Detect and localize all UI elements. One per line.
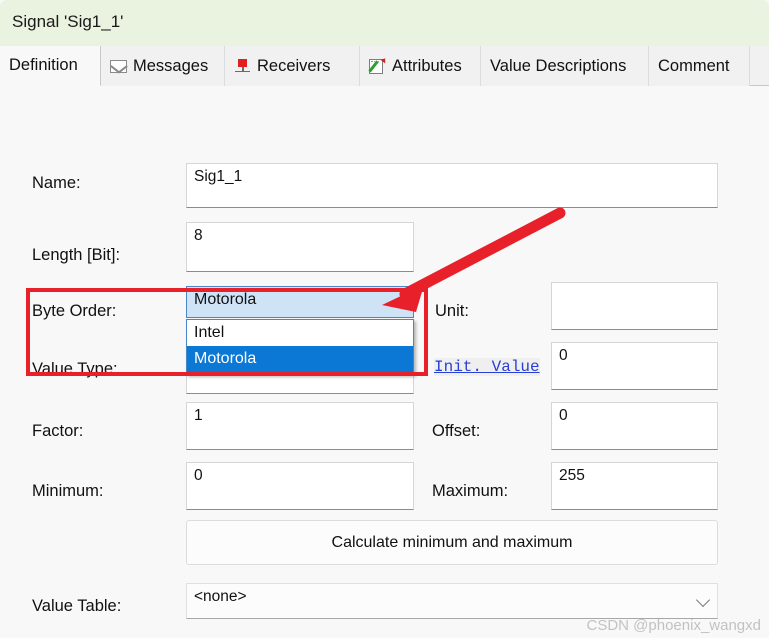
- tab-value-descriptions[interactable]: Value Descriptions: [481, 46, 649, 86]
- tab-receivers[interactable]: Receivers: [225, 46, 360, 86]
- watermark-text: CSDN @phoenix_wangxd: [586, 617, 762, 634]
- tab-receivers-label: Receivers: [257, 56, 331, 75]
- tab-attributes[interactable]: Attributes: [360, 46, 481, 86]
- dropdown-option-motorola[interactable]: Motorola: [187, 346, 413, 372]
- offset-label: Offset:: [432, 422, 481, 440]
- length-input[interactable]: 8: [186, 222, 414, 272]
- note-pencil-icon: [368, 56, 388, 75]
- tab-attributes-label: Attributes: [392, 56, 462, 75]
- signal-editor-window: Signal 'Sig1_1' Definition Messages Rece…: [0, 0, 769, 638]
- tab-strip: Definition Messages Receivers Attributes…: [0, 46, 769, 86]
- value-table-label: Value Table:: [32, 597, 122, 615]
- page-title: Signal 'Sig1_1': [12, 12, 124, 31]
- factor-input[interactable]: 1: [186, 402, 414, 450]
- tab-definition[interactable]: Definition: [0, 46, 101, 86]
- tab-messages-label: Messages: [133, 56, 209, 75]
- maximum-input[interactable]: 255: [551, 462, 718, 510]
- window-title-bar: Signal 'Sig1_1': [0, 0, 769, 46]
- chevron-down-icon: [391, 293, 407, 309]
- value-table-combobox[interactable]: <none>: [186, 583, 718, 619]
- dropdown-option-intel[interactable]: Intel: [187, 320, 413, 346]
- tab-comment[interactable]: Comment: [649, 46, 750, 86]
- minimum-input[interactable]: 0: [186, 462, 414, 510]
- maximum-label: Maximum:: [432, 482, 509, 500]
- byte-order-label: Byte Order:: [32, 302, 117, 320]
- value-type-label: Value Type:: [32, 360, 118, 378]
- name-label: Name:: [32, 174, 81, 192]
- offset-input[interactable]: 0: [551, 402, 718, 450]
- tab-definition-label: Definition: [9, 56, 78, 75]
- pin-icon: [234, 58, 251, 75]
- factor-label: Factor:: [32, 422, 84, 440]
- length-label: Length [Bit]:: [32, 246, 121, 264]
- minimum-label: Minimum:: [32, 482, 104, 500]
- byte-order-combobox[interactable]: Motorola: [186, 286, 414, 318]
- byte-order-dropdown-list[interactable]: Intel Motorola: [186, 319, 414, 375]
- envelope-icon: [110, 59, 127, 73]
- tab-messages[interactable]: Messages: [101, 46, 225, 86]
- chevron-down-icon: [695, 592, 711, 608]
- unit-input[interactable]: [551, 282, 718, 330]
- unit-label: Unit:: [435, 302, 469, 320]
- name-input[interactable]: Sig1_1: [186, 163, 718, 208]
- init-value-link[interactable]: Init. Value: [434, 358, 540, 376]
- tab-value-descriptions-label: Value Descriptions: [490, 56, 627, 75]
- init-value-input[interactable]: 0: [551, 342, 718, 390]
- definition-form: Name: Sig1_1 Length [Bit]: 8 Byte Order:…: [0, 86, 769, 638]
- tab-comment-label: Comment: [658, 56, 730, 75]
- calculate-min-max-button[interactable]: Calculate minimum and maximum: [186, 520, 718, 565]
